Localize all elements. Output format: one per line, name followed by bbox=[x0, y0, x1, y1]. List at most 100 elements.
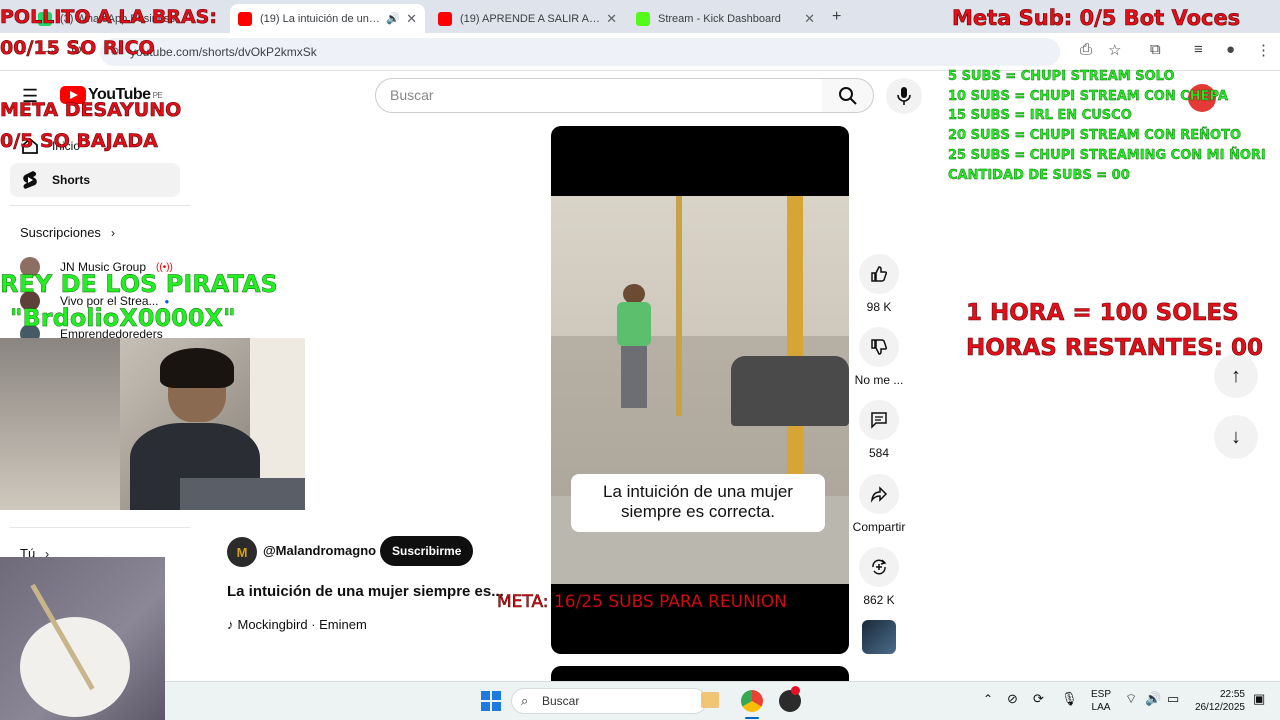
overlay-meta-reunion: META: 16/25 SUBS PARA REUNION bbox=[497, 592, 788, 613]
search-button[interactable] bbox=[822, 78, 874, 113]
sound-thumbnail[interactable] bbox=[862, 620, 896, 654]
chevron-up-icon[interactable]: ⌃ bbox=[983, 692, 993, 706]
thumbs-up-icon bbox=[859, 254, 899, 294]
webcam-hair bbox=[160, 348, 234, 388]
video-background bbox=[551, 196, 849, 336]
search-icon: ⌕ bbox=[521, 693, 529, 708]
url-text: youtube.com/shorts/dvOkP2kmxSk bbox=[130, 45, 317, 59]
share-button[interactable]: Compartir bbox=[852, 474, 906, 534]
overlay-pollito-count: 00/15 SO RICO bbox=[0, 37, 155, 60]
second-camera-overlay bbox=[0, 557, 165, 720]
url-field[interactable]: ⚙ youtube.com/shorts/dvOkP2kmxSk bbox=[100, 38, 1060, 66]
shorts-icon bbox=[20, 170, 40, 190]
share-label: Compartir bbox=[852, 520, 906, 534]
next-short-button[interactable]: ↓ bbox=[1214, 415, 1258, 459]
language-indicator[interactable]: ESP LAA bbox=[1091, 688, 1111, 714]
chrome-icon[interactable] bbox=[741, 690, 763, 712]
music-label: Mockingbird · Eminem bbox=[237, 617, 367, 632]
taskbar-search[interactable]: ⌕ Buscar bbox=[511, 688, 707, 714]
video-person-legs bbox=[621, 346, 647, 408]
notification-dot-icon bbox=[791, 686, 800, 695]
video-person-shirt bbox=[617, 302, 651, 346]
new-tab-button[interactable]: + bbox=[832, 8, 841, 26]
windows-start-icon[interactable] bbox=[481, 691, 501, 711]
youtube-icon bbox=[238, 11, 252, 26]
video-car bbox=[731, 356, 849, 426]
dislike-button[interactable]: No me ... bbox=[852, 327, 906, 387]
address-bar-row: ← → ↻ ⚙ youtube.com/shorts/dvOkP2kmxSk ⎙… bbox=[0, 33, 1280, 71]
sidebar-item-shorts[interactable]: Shorts bbox=[10, 163, 180, 197]
webcam-shelves bbox=[0, 338, 120, 510]
comment-icon bbox=[859, 400, 899, 440]
sidebar-item-label: Shorts bbox=[52, 173, 91, 187]
thumbs-down-icon bbox=[859, 327, 899, 367]
media-control-icon[interactable]: ≡ bbox=[1194, 41, 1203, 58]
channel-avatar[interactable]: M bbox=[227, 537, 257, 567]
remix-button[interactable]: 862 K bbox=[852, 547, 906, 607]
webcam-laptop bbox=[180, 478, 305, 510]
arrow-up-icon: ↑ bbox=[1231, 364, 1241, 387]
kick-icon bbox=[636, 11, 650, 26]
microphone-icon[interactable]: 🎙 bbox=[1061, 691, 1078, 707]
overlay-breakfast-goal: META DESAYUNO 0/5 SO BAJADA bbox=[0, 99, 182, 153]
close-tab-icon[interactable]: ✕ bbox=[798, 11, 815, 27]
active-app-indicator bbox=[745, 717, 759, 719]
video-caption: La intuición de una mujer siempre es cor… bbox=[571, 474, 825, 532]
overlay-meta-sub: Meta Sub: 0/5 Bot Voces bbox=[952, 6, 1241, 31]
tab-title: Stream - Kick Dashboard bbox=[658, 12, 781, 25]
clock[interactable]: 22:55 26/12/2025 bbox=[1183, 688, 1245, 714]
extensions-icon[interactable]: ⧉ bbox=[1150, 41, 1161, 58]
tab-youtube-short[interactable]: (19) La intuición de una mujer 🔊 ✕ bbox=[230, 4, 425, 33]
tab-title: (19) La intuición de una mujer bbox=[260, 12, 382, 25]
youtube-icon bbox=[438, 11, 452, 26]
battery-icon[interactable]: ▭ bbox=[1167, 691, 1179, 707]
remix-count: 862 K bbox=[863, 593, 895, 607]
music-note-icon: ♪ bbox=[227, 617, 234, 632]
search-icon bbox=[838, 86, 857, 105]
sidebar-divider bbox=[10, 527, 190, 528]
search-input[interactable]: Buscar bbox=[375, 78, 823, 113]
wifi-icon[interactable]: ⌔ bbox=[1125, 691, 1137, 707]
profile-icon[interactable]: ● bbox=[1226, 41, 1235, 58]
subscribe-button[interactable]: Suscribirme bbox=[380, 536, 474, 566]
tab-aprende[interactable]: (19) APRENDE A SALIR ADELANTE ✕ bbox=[430, 4, 625, 33]
notifications-icon[interactable]: ▣ bbox=[1253, 691, 1265, 707]
close-tab-icon[interactable]: ✕ bbox=[400, 11, 417, 27]
windows-taskbar: ⌕ Buscar ⌃ ⊘ ⟳ 🎙 ESP LAA ⌔ 🔊 ▭ 22:55 26/… bbox=[165, 681, 1280, 720]
volume-icon[interactable]: 🔊 bbox=[1145, 691, 1161, 707]
network-off-icon[interactable]: ⊘ bbox=[1007, 691, 1018, 707]
sync-icon[interactable]: ⟳ bbox=[1033, 691, 1044, 707]
sidebar-divider bbox=[10, 205, 190, 206]
short-video-player[interactable]: La intuición de una mujer siempre es cor… bbox=[551, 126, 849, 654]
subscriptions-header[interactable]: Suscripciones › bbox=[20, 225, 115, 240]
voice-search-button[interactable] bbox=[886, 78, 922, 114]
like-button[interactable]: 98 K bbox=[852, 254, 906, 314]
overlay-sub-goals: 5 SUBS = CHUPI STREAM SOLO 10 SUBS = CHU… bbox=[948, 69, 1266, 183]
menu-kebab-icon[interactable]: ⋮ bbox=[1256, 41, 1271, 59]
video-person-head bbox=[623, 284, 645, 304]
egg-object bbox=[20, 617, 130, 717]
video-pole bbox=[676, 196, 682, 416]
overlay-pollito: POLLITO A LA BRAS: bbox=[0, 6, 217, 29]
like-count: 98 K bbox=[866, 300, 892, 314]
dislike-label: No me ... bbox=[854, 373, 904, 387]
overlay-hours: 1 HORA = 100 SOLES HORAS RESTANTES: 00 bbox=[966, 300, 1264, 362]
comments-button[interactable]: 584 bbox=[852, 400, 906, 460]
comment-count: 584 bbox=[868, 446, 890, 460]
microphone-icon bbox=[897, 87, 911, 105]
channel-handle[interactable]: @Malandromagno bbox=[263, 543, 376, 558]
webcam-overlay bbox=[0, 338, 305, 510]
tab-kick[interactable]: Stream - Kick Dashboard ✕ bbox=[628, 4, 823, 33]
chevron-right-icon: › bbox=[110, 225, 115, 240]
short-title[interactable]: La intuición de una mujer siempre es... bbox=[227, 583, 504, 600]
install-icon[interactable]: ⎙ bbox=[1080, 41, 1092, 58]
speaker-icon[interactable]: 🔊 bbox=[386, 12, 400, 25]
music-link[interactable]: ♪ Mockingbird · Eminem bbox=[227, 617, 367, 632]
close-tab-icon[interactable]: ✕ bbox=[600, 11, 617, 27]
bookmark-star-icon[interactable]: ☆ bbox=[1108, 41, 1121, 59]
remix-icon bbox=[859, 547, 899, 587]
file-explorer-icon[interactable] bbox=[701, 692, 719, 708]
arrow-down-icon: ↓ bbox=[1231, 425, 1241, 448]
share-icon bbox=[859, 474, 899, 514]
overlay-pirates: REY DE LOS PIRATAS "BrdolioX0000X" bbox=[0, 270, 278, 332]
